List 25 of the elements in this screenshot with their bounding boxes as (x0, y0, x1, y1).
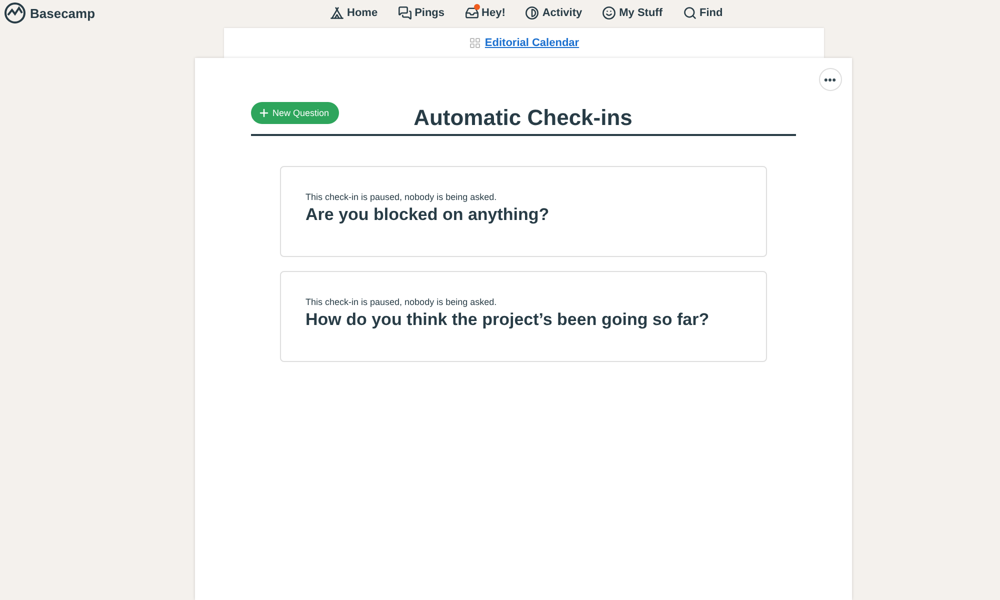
search-icon (682, 6, 696, 20)
nav-link[interactable]: Find (682, 6, 723, 20)
nav-link[interactable]: My Stuff (602, 6, 662, 20)
nav-icon (398, 6, 412, 20)
nav-link[interactable]: Home (330, 6, 378, 20)
breadcrumb-link[interactable]: Editorial Calendar (484, 37, 580, 49)
checkin-status: This check-in is paused, nobody is being asked. (306, 192, 498, 202)
nav-icon (464, 6, 479, 20)
checkin-question: Are you blocked on anything? (306, 205, 550, 225)
brand-name: Basecamp (30, 6, 96, 20)
nav-icon (330, 6, 344, 20)
checkin-card[interactable]: This check-in is paused, nobody is being asked. Are you blocked on anything? (280, 166, 766, 257)
more-button[interactable] (818, 68, 842, 91)
nav-link[interactable]: Pings (398, 6, 445, 20)
checkin-question: How do you think the project’s been going so far? (306, 310, 710, 330)
grid-icon (468, 37, 481, 49)
logo-icon (4, 2, 26, 24)
page-title: Automatic Check-ins (414, 105, 632, 131)
checkin-status: This check-in is paused, nobody is being asked. (306, 297, 498, 307)
nav-link[interactable]: Hey! (464, 6, 506, 20)
nav-icon (525, 6, 540, 20)
plus-icon (258, 107, 270, 119)
nav-link[interactable]: Activity (525, 6, 582, 20)
checkin-card[interactable]: This check-in is paused, nobody is being asked. How do you think the project’s been going so far? (280, 271, 766, 362)
nav-icon (602, 6, 616, 20)
